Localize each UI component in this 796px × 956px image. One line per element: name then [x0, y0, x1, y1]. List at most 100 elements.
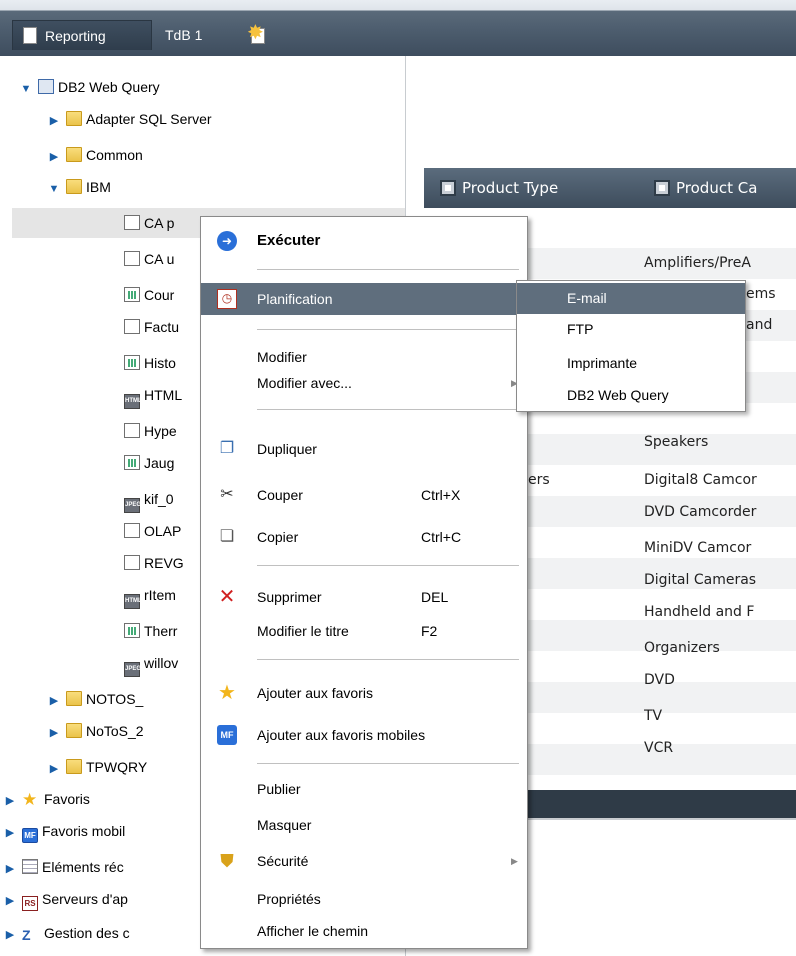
expand-right-icon[interactable]: ▶	[4, 854, 16, 884]
tree-item[interactable]: Therr	[124, 616, 177, 646]
grid-cell: DVD Camcorder	[644, 504, 757, 520]
expand-right-icon[interactable]: ▶	[48, 142, 60, 172]
tree-node-db2-web-query[interactable]: ▼ DB2 Web Query	[20, 72, 160, 102]
mobile-favorites-icon: MF	[217, 725, 237, 745]
tree-item[interactable]: CA u	[124, 244, 174, 274]
context-menu: ➜ Exécuter ◷ Planification Modifier Modi…	[200, 216, 528, 949]
tree-item[interactable]: Cour	[124, 280, 174, 310]
menu-item-ajouter-favoris-mobiles[interactable]: MF Ajouter aux favoris mobiles	[201, 719, 527, 751]
tree-node-favoris-mobiles[interactable]: ▶ MF Favoris mobil	[4, 816, 125, 846]
menu-item-dupliquer[interactable]: ❐ Dupliquer	[201, 433, 527, 465]
submenu-item-email[interactable]: E-mail	[517, 283, 745, 314]
submenu-item-db2-web-query[interactable]: DB2 Web Query	[517, 380, 745, 411]
expand-down-icon[interactable]: ▼	[48, 174, 60, 204]
expand-right-icon[interactable]: ▶	[4, 786, 16, 816]
report-icon	[124, 215, 140, 230]
tree-node-ibm[interactable]: ▼ IBM	[48, 172, 111, 202]
column-header-product-type[interactable]: Product Type	[440, 168, 558, 208]
tab-reporting[interactable]: Reporting	[12, 20, 152, 50]
grid-cell: DVD	[644, 672, 675, 688]
tree-item[interactable]: Histo	[124, 348, 176, 378]
tree-item[interactable]: JPEG kif_0	[124, 484, 174, 514]
grid-cell: Digital Cameras	[644, 572, 757, 588]
expand-right-icon[interactable]: ▶	[4, 886, 16, 916]
menu-item-couper[interactable]: ✂ Couper Ctrl+X	[201, 479, 527, 511]
menu-item-planification[interactable]: ◷ Planification	[201, 283, 527, 315]
column-toggle-icon[interactable]	[654, 180, 670, 196]
menu-separator	[257, 269, 519, 270]
chart-icon	[124, 623, 140, 638]
expand-right-icon[interactable]: ▶	[48, 754, 60, 784]
chart-icon	[124, 355, 140, 370]
menu-item-securite[interactable]: ⛊ Sécurité ▶	[201, 845, 527, 877]
menu-item-modifier-avec[interactable]: Modifier avec... ▶	[201, 367, 527, 399]
tree-item[interactable]: JPEG willov	[124, 648, 178, 678]
grid-cell: Speakers	[644, 434, 709, 450]
menu-item-proprietes[interactable]: Propriétés	[201, 883, 527, 915]
tree-item[interactable]: REVG	[124, 548, 184, 578]
tab-reporting-label: Reporting	[45, 28, 106, 44]
menu-separator	[257, 409, 519, 410]
folder-icon	[66, 111, 82, 126]
menu-item-masquer[interactable]: Masquer	[201, 809, 527, 841]
delete-x-icon: ✕	[218, 586, 236, 608]
tree-node-notos-1[interactable]: ▶ NOTOS_	[48, 684, 143, 714]
management-icon: Z	[22, 927, 31, 943]
menu-separator	[257, 565, 519, 566]
grid-cell: ers	[528, 472, 550, 488]
menu-separator	[257, 763, 519, 764]
folder-icon	[66, 723, 82, 738]
server-icon: RS	[22, 896, 38, 911]
expand-right-icon[interactable]: ▶	[4, 920, 16, 950]
tree-node-favoris[interactable]: ▶ ★ Favoris	[4, 784, 90, 814]
menu-item-executer[interactable]: ➜ Exécuter	[201, 225, 527, 257]
tree-item[interactable]: HTML HTML	[124, 380, 182, 410]
tree-node-elements-recents[interactable]: ▶ Eléments réc	[4, 852, 124, 882]
grid-cell: MiniDV Camcor	[644, 540, 752, 556]
html-icon: HTML	[124, 394, 142, 409]
open-folder-icon	[66, 179, 82, 194]
menu-item-modifier-titre[interactable]: Modifier le titre F2	[201, 615, 527, 647]
new-tab-button[interactable]: ✸	[245, 20, 271, 50]
expand-down-icon[interactable]: ▼	[20, 74, 32, 104]
grid-cell: Handheld and F	[644, 604, 755, 620]
tree-node-notos-2[interactable]: ▶ NoToS_2	[48, 716, 144, 746]
expand-right-icon[interactable]: ▶	[48, 106, 60, 136]
tree-node-adapter-sql-server[interactable]: ▶ Adapter SQL Server	[48, 104, 212, 134]
tree-node-gestion[interactable]: ▶ Z Gestion des c	[4, 918, 130, 948]
menu-item-supprimer[interactable]: ✕ Supprimer DEL	[201, 581, 527, 613]
duplicate-icon: ❐	[219, 440, 235, 457]
copy-icon: ❏	[219, 528, 235, 545]
tree-item[interactable]: HTML rItem	[124, 580, 176, 610]
grid-cell: VCR	[644, 740, 674, 756]
planification-submenu: E-mail FTP Imprimante DB2 Web Query	[516, 280, 746, 412]
menu-separator	[257, 329, 519, 330]
grid-cell: Amplifiers/PreA	[644, 255, 751, 271]
column-toggle-icon[interactable]	[440, 180, 456, 196]
tree-node-common[interactable]: ▶ Common	[48, 140, 143, 170]
submenu-item-imprimante[interactable]: Imprimante	[517, 348, 745, 379]
menu-item-publier[interactable]: Publier	[201, 773, 527, 805]
new-star-icon: ✸	[247, 22, 264, 44]
expand-right-icon[interactable]: ▶	[4, 818, 16, 848]
tab-tdb-label: TdB 1	[165, 27, 203, 43]
run-arrow-icon: ➜	[217, 231, 237, 251]
submenu-item-ftp[interactable]: FTP	[517, 314, 745, 345]
tree-item[interactable]: Factu	[124, 312, 179, 342]
tree-node-tpwqry[interactable]: ▶ TPWQRY	[48, 752, 147, 782]
menu-item-copier[interactable]: ❏ Copier Ctrl+C	[201, 521, 527, 553]
tree-item[interactable]: Hype	[124, 416, 177, 446]
tree-node-serveurs[interactable]: ▶ RS Serveurs d'ap	[4, 884, 128, 914]
schedule-clock-icon: ◷	[217, 289, 237, 309]
expand-right-icon[interactable]: ▶	[48, 686, 60, 716]
tab-tdb-1[interactable]: TdB 1	[165, 20, 225, 50]
tree-item[interactable]: Jaug	[124, 448, 174, 478]
tree-item[interactable]: OLAP	[124, 516, 181, 546]
mobile-favorites-icon: MF	[22, 828, 38, 843]
menu-item-afficher-chemin[interactable]: Afficher le chemin	[201, 915, 527, 947]
expand-right-icon[interactable]: ▶	[48, 718, 60, 748]
document-icon	[23, 27, 37, 44]
star-icon: ★	[22, 790, 38, 809]
column-header-product-category[interactable]: Product Ca	[654, 168, 757, 208]
menu-item-ajouter-favoris[interactable]: ★ Ajouter aux favoris	[201, 677, 527, 709]
